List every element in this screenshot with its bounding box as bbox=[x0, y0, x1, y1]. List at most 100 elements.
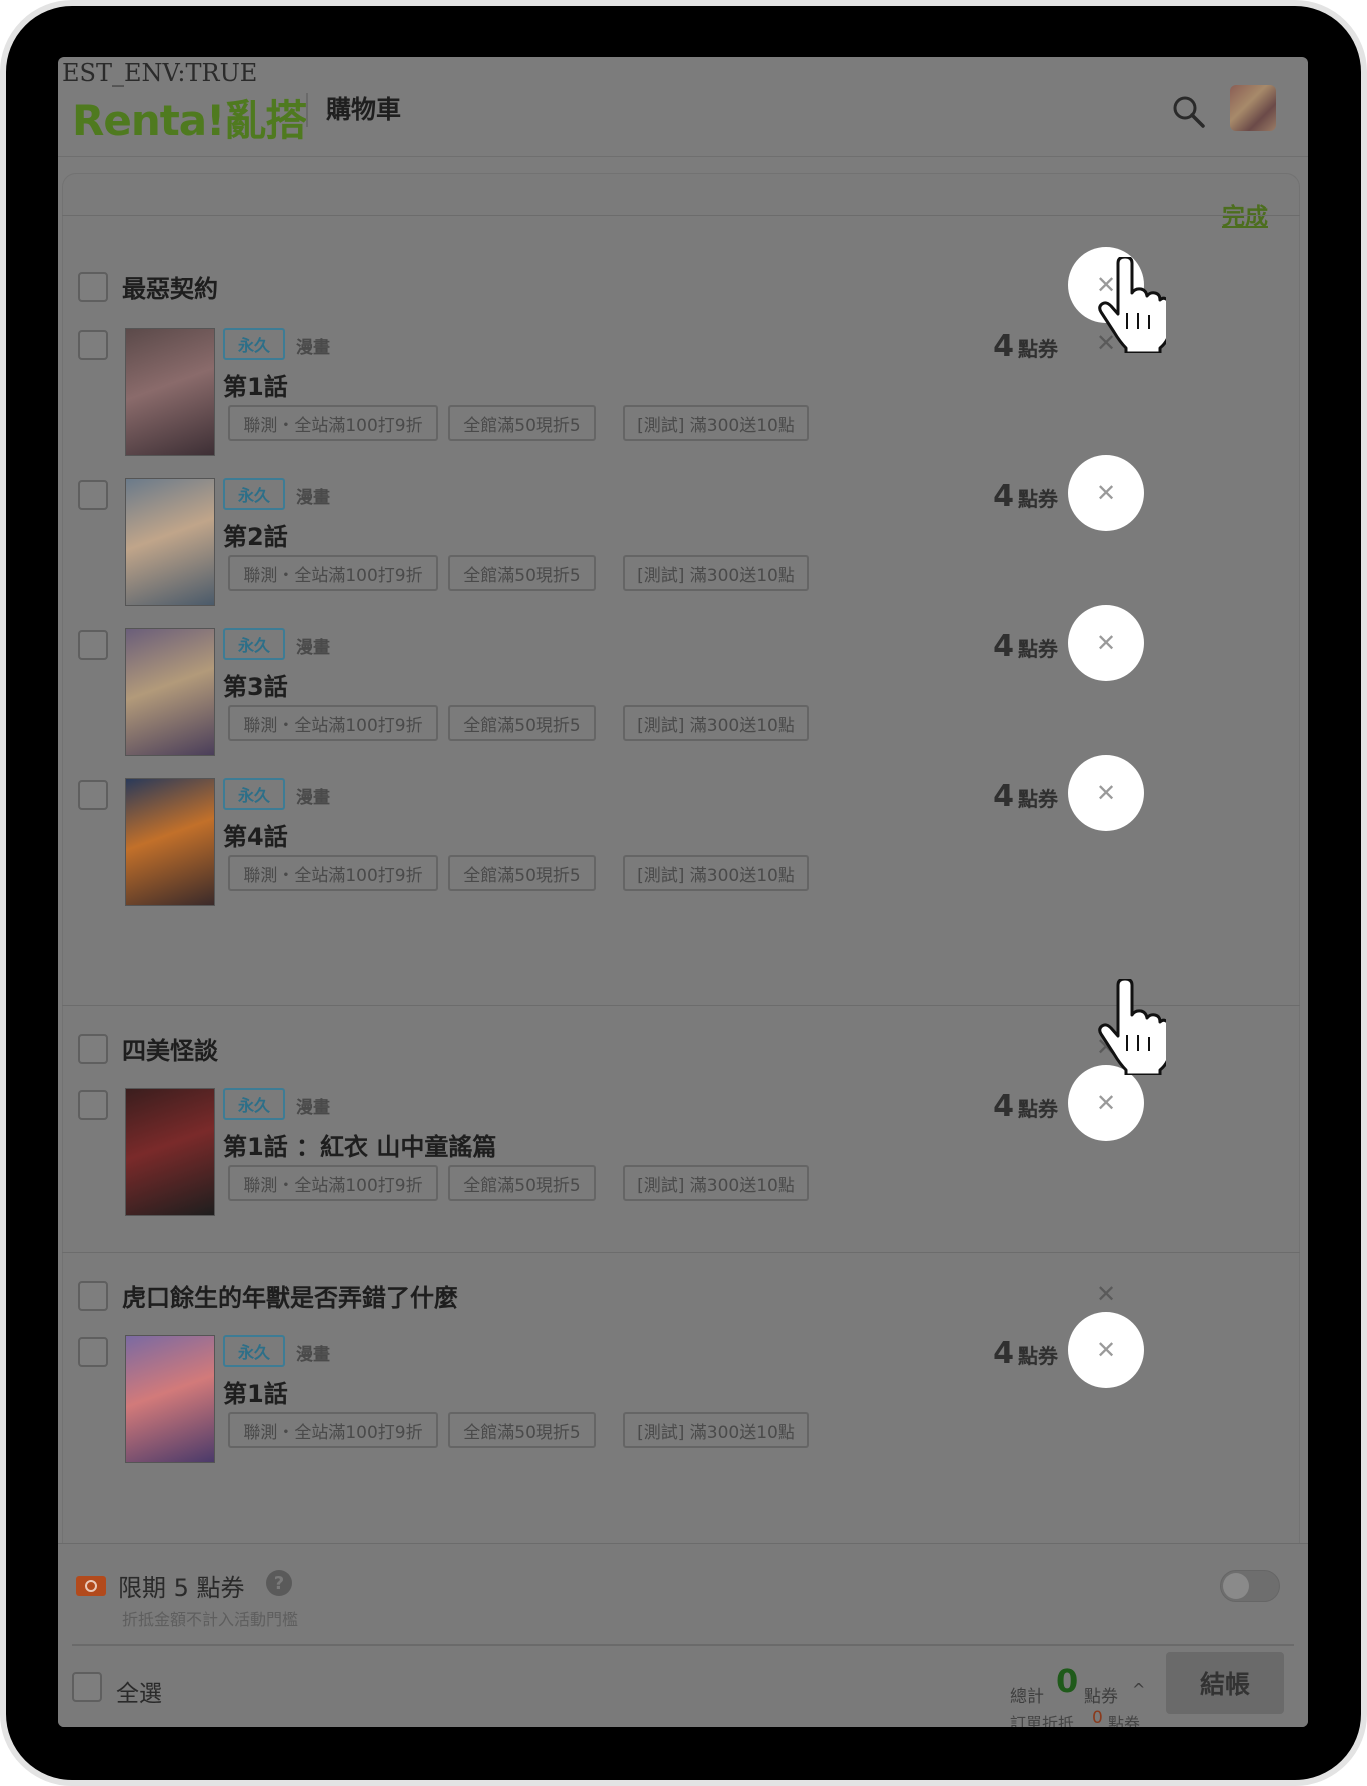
price-value: 4 bbox=[993, 479, 1014, 514]
promo-tag[interactable]: [測試] 滿300送10點 bbox=[623, 855, 809, 891]
price-unit: 點券 bbox=[1018, 787, 1058, 811]
promo-tag[interactable]: 聯測・全站滿100打9折 bbox=[228, 405, 438, 441]
price-unit: 點券 bbox=[1018, 1097, 1058, 1121]
item-price: 4 點券 bbox=[878, 629, 1058, 664]
promo-tag[interactable]: 全館滿50現折5 bbox=[448, 705, 596, 741]
item-cover-image[interactable] bbox=[125, 328, 215, 456]
promo-tag[interactable]: [測試] 滿300送10點 bbox=[623, 1165, 809, 1201]
footer-divider bbox=[72, 1644, 1294, 1646]
user-avatar[interactable] bbox=[1230, 85, 1276, 131]
promo-tag[interactable]: [測試] 滿300送10點 bbox=[623, 1412, 809, 1448]
item-price: 4 點券 bbox=[878, 479, 1058, 514]
episode-title[interactable]: 第4話 bbox=[223, 817, 288, 852]
remove-item-button[interactable]: ✕ bbox=[1068, 755, 1144, 831]
episode-title[interactable]: 第1話 ：紅衣 山中童謠篇 bbox=[223, 1127, 496, 1162]
panel-header-divider bbox=[62, 215, 1300, 216]
promo-tag[interactable]: 全館滿50現折5 bbox=[448, 555, 596, 591]
item-checkbox[interactable] bbox=[78, 1337, 108, 1367]
price-value: 4 bbox=[993, 1089, 1014, 1124]
help-icon[interactable]: ? bbox=[266, 1570, 292, 1596]
promo-tag[interactable]: 聯測・全站滿100打9折 bbox=[228, 1165, 438, 1201]
price-unit: 點券 bbox=[1018, 637, 1058, 661]
item-price: 4 點券 bbox=[878, 779, 1058, 814]
promo-tag[interactable]: [測試] 滿300送10點 bbox=[623, 555, 809, 591]
promo-tag[interactable]: 全館滿50現折5 bbox=[448, 1165, 596, 1201]
group-checkbox[interactable] bbox=[78, 1281, 108, 1311]
item-cover-image[interactable] bbox=[125, 778, 215, 906]
item-cover-image[interactable] bbox=[125, 1088, 215, 1216]
group-title: 最惡契約 bbox=[122, 275, 218, 303]
promo-tag[interactable]: 聯測・全站滿100打9折 bbox=[228, 1412, 438, 1448]
group-title: 四美怪談 bbox=[122, 1037, 218, 1065]
item-price: 4 點券 bbox=[878, 329, 1058, 364]
episode-title[interactable]: 第2話 bbox=[223, 517, 288, 552]
hand-cursor-icon bbox=[1098, 257, 1166, 353]
price-unit: 點券 bbox=[1018, 1344, 1058, 1368]
item-checkbox[interactable] bbox=[78, 480, 108, 510]
select-all-checkbox[interactable] bbox=[72, 1672, 102, 1702]
permanent-badge: 永久 bbox=[223, 1088, 285, 1120]
promo-tag[interactable]: [測試] 滿300送10點 bbox=[623, 705, 809, 741]
discount-label: 訂單折抵 bbox=[1010, 1714, 1075, 1727]
group-checkbox[interactable] bbox=[78, 272, 108, 302]
hand-cursor-icon bbox=[1098, 979, 1166, 1075]
permanent-badge: 永久 bbox=[223, 778, 285, 810]
item-checkbox[interactable] bbox=[78, 630, 108, 660]
coupon-note: 折抵金額不計入活動門檻 bbox=[122, 1610, 299, 1629]
category-label: 漫畫 bbox=[296, 1098, 330, 1118]
price-value: 4 bbox=[993, 779, 1014, 814]
item-checkbox[interactable] bbox=[78, 330, 108, 360]
remove-item-button[interactable]: ✕ bbox=[1068, 605, 1144, 681]
group-checkbox[interactable] bbox=[78, 1034, 108, 1064]
price-unit: 點券 bbox=[1018, 487, 1058, 511]
price-value: 4 bbox=[993, 1336, 1014, 1371]
done-link[interactable]: 完成 bbox=[1222, 197, 1268, 231]
item-cover-image[interactable] bbox=[125, 1335, 215, 1463]
item-checkbox[interactable] bbox=[78, 1090, 108, 1120]
price-unit: 點券 bbox=[1018, 337, 1058, 361]
price-value: 4 bbox=[993, 329, 1014, 364]
checkout-button[interactable]: 結帳 bbox=[1166, 1652, 1284, 1714]
item-checkbox[interactable] bbox=[78, 780, 108, 810]
item-price: 4 點券 bbox=[878, 1089, 1058, 1124]
promo-tag[interactable]: 全館滿50現折5 bbox=[448, 1412, 596, 1448]
promo-tag[interactable]: 聯測・全站滿100打9折 bbox=[228, 705, 438, 741]
promo-tag[interactable]: 全館滿50現折5 bbox=[448, 405, 596, 441]
total-value: 0 bbox=[1056, 1662, 1079, 1700]
page-title: 購物車 bbox=[326, 95, 402, 124]
remove-item-button[interactable]: ✕ bbox=[1068, 1312, 1144, 1388]
app-header: Renta!亂搭 購物車 bbox=[58, 57, 1308, 157]
promo-tag[interactable]: 聯測・全站滿100打9折 bbox=[228, 855, 438, 891]
app-screen: EST_ENV:TRUE Renta!亂搭 購物車 完成 最惡契約 ✕ 永久 漫畫 第1… bbox=[58, 57, 1308, 1727]
promo-tag[interactable]: [測試] 滿300送10點 bbox=[623, 405, 809, 441]
group-title: 虎口餘生的年獸是否弄錯了什麼 bbox=[122, 1284, 458, 1312]
header-separator bbox=[306, 93, 308, 127]
discount-value: 0 bbox=[1092, 1708, 1103, 1727]
discount-unit: 點券 bbox=[1108, 1714, 1141, 1727]
remove-item-button[interactable]: ✕ bbox=[1068, 1065, 1144, 1141]
category-label: 漫畫 bbox=[296, 338, 330, 358]
total-label: 總計 bbox=[1010, 1687, 1044, 1707]
episode-title[interactable]: 第1話 bbox=[223, 1374, 288, 1409]
price-value: 4 bbox=[993, 629, 1014, 664]
total-unit: 點券 bbox=[1084, 1687, 1118, 1707]
renta-logo[interactable]: Renta!亂搭 bbox=[72, 87, 307, 148]
chevron-up-icon[interactable]: ^ bbox=[1132, 1680, 1145, 1699]
category-label: 漫畫 bbox=[296, 638, 330, 658]
permanent-badge: 永久 bbox=[223, 1335, 285, 1367]
search-icon[interactable] bbox=[1170, 93, 1206, 129]
remove-item-button[interactable]: ✕ bbox=[1068, 455, 1144, 531]
episode-title[interactable]: 第1話 bbox=[223, 367, 288, 402]
permanent-badge: 永久 bbox=[223, 328, 285, 360]
category-label: 漫畫 bbox=[296, 788, 330, 808]
permanent-badge: 永久 bbox=[223, 478, 285, 510]
item-cover-image[interactable] bbox=[125, 628, 215, 756]
item-cover-image[interactable] bbox=[125, 478, 215, 606]
episode-title[interactable]: 第3話 bbox=[223, 667, 288, 702]
promo-tag[interactable]: 全館滿50現折5 bbox=[448, 855, 596, 891]
coupon-toggle[interactable] bbox=[1220, 1570, 1280, 1602]
category-label: 漫畫 bbox=[296, 488, 330, 508]
promo-tag[interactable]: 聯測・全站滿100打9折 bbox=[228, 555, 438, 591]
coupon-icon bbox=[76, 1576, 106, 1596]
select-all-label: 全選 bbox=[116, 1681, 162, 1707]
